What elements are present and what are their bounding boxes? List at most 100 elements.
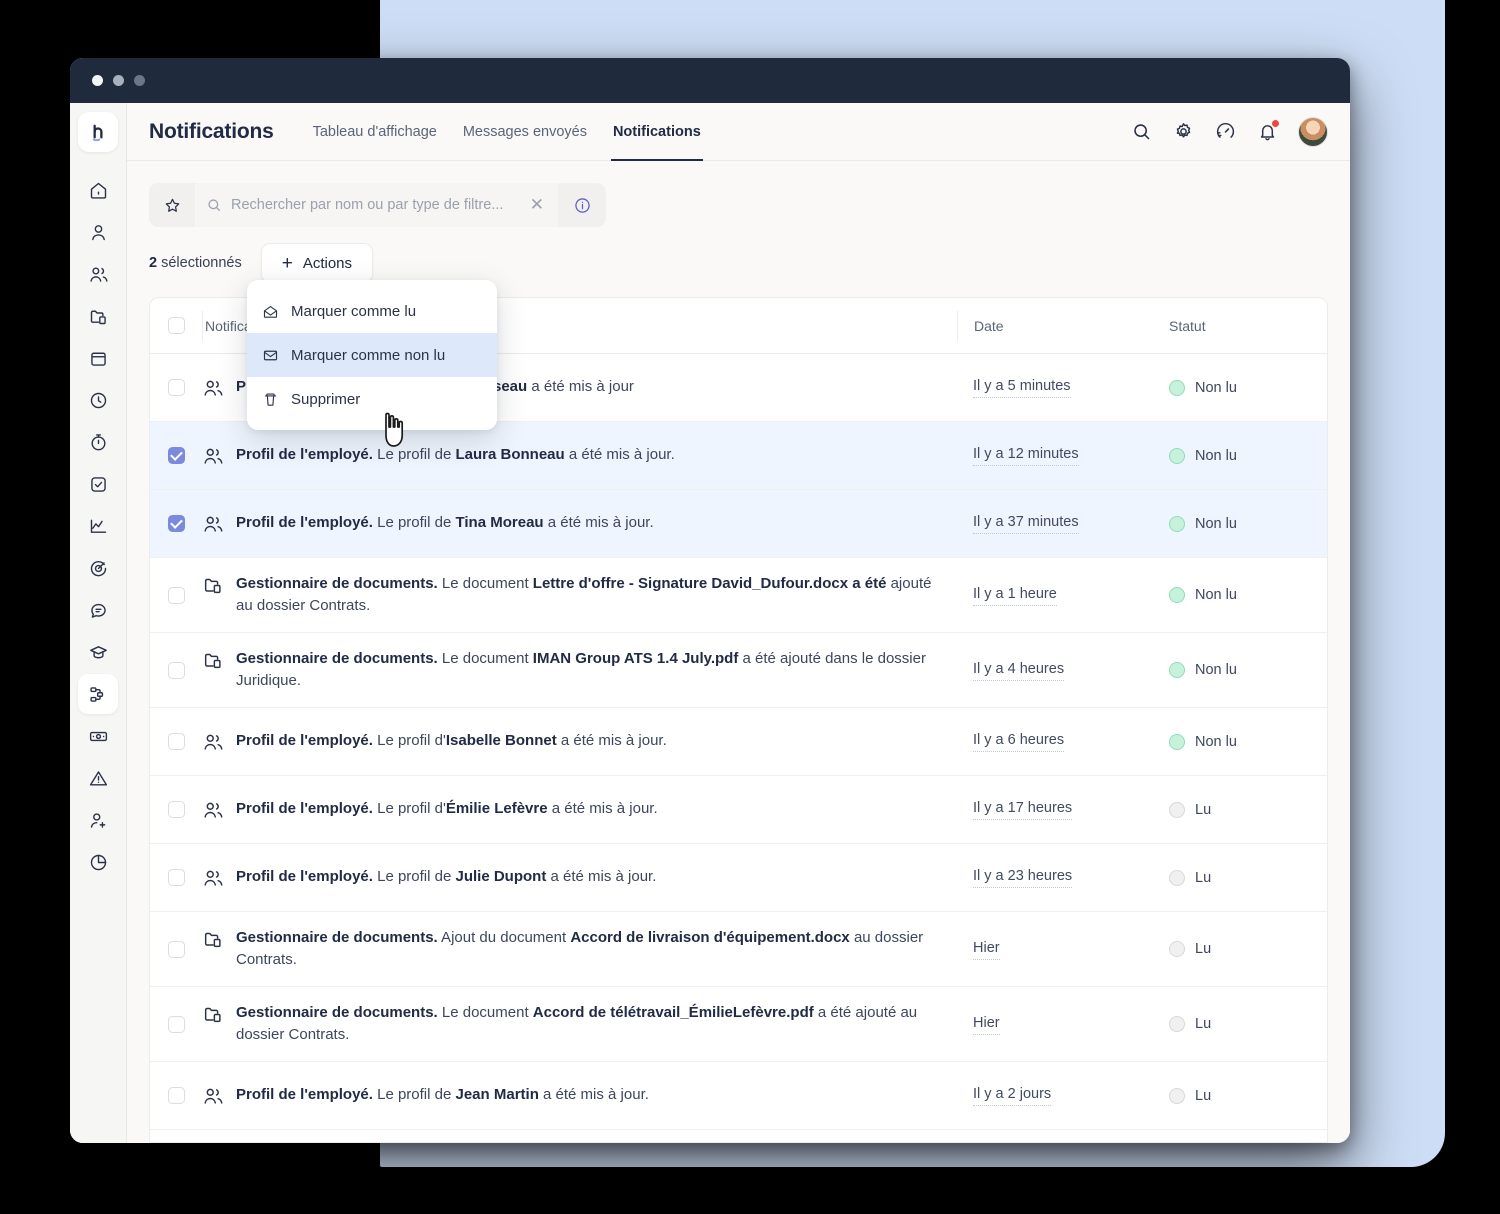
sidebar-item-learning[interactable] [78,632,118,672]
people-icon [202,799,224,821]
row-checkbox-cell [150,733,202,750]
avatar[interactable] [1298,117,1328,147]
sidebar-item-goals[interactable] [78,548,118,588]
table-row[interactable]: Profil de l'employé. Le profil de Julie … [150,844,1327,912]
window-close-dot[interactable] [92,75,103,86]
table-row[interactable]: Profil de l'employé. Le profil d'Isabell… [150,708,1327,776]
row-checkbox[interactable] [168,801,185,818]
gear-icon[interactable] [1172,121,1194,143]
trash-icon [262,391,279,408]
status-badge [1169,448,1185,464]
table-row[interactable]: Gestionnaire de documents. Le document A… [150,987,1327,1062]
sidebar-item-messages[interactable] [78,590,118,630]
plus-icon: + [282,254,293,273]
window-maximize-dot[interactable] [134,75,145,86]
sidebar-item-analytics[interactable] [78,506,118,546]
sidebar-item-people[interactable] [78,254,118,294]
status-label: Non lu [1195,587,1237,603]
table-row[interactable]: Profil de l'employé. Le profil de Laura … [150,422,1327,490]
date-value: Il y a 5 minutes [973,378,1071,398]
screenshot-stage: Notifications Tableau d'affichage Messag… [0,0,1500,1214]
sidebar-item-documents[interactable] [78,296,118,336]
app-logo[interactable] [78,112,118,152]
sidebar-item-user[interactable] [78,212,118,252]
menu-item-mark-as-unread[interactable]: Marquer comme non lu [247,333,497,377]
date-cell: Il y a 17 heures [957,799,1157,820]
row-checkbox[interactable] [168,733,185,750]
table-row[interactable]: Profil de l'employé. Le profil d'Émilie … [150,776,1327,844]
people-icon [202,377,224,399]
row-checkbox[interactable] [168,1087,185,1104]
speedometer-icon[interactable] [1214,121,1236,143]
window-minimize-dot[interactable] [113,75,124,86]
row-checkbox[interactable] [168,662,185,679]
tab-tableau-daffichage[interactable]: Tableau d'affichage [300,103,450,161]
sidebar-item-payroll[interactable] [78,716,118,756]
status-label: Non lu [1195,448,1237,464]
sidebar-item-calendar[interactable] [78,338,118,378]
search-input[interactable]: Rechercher par nom ou par type de filtre… [231,197,521,213]
sidebar-item-tasks[interactable] [78,464,118,504]
table-row[interactable]: Profil de l'employé. Le profil de Jean M… [150,1062,1327,1130]
table-row[interactable]: Gestionnaire de documents. Ajout du docu… [150,912,1327,987]
date-cell: Il y a 6 heures [957,731,1157,752]
row-checkbox[interactable] [168,587,185,604]
date-cell: Il y a 2 jours [957,1085,1157,1106]
date-value: Hier [973,1015,1000,1035]
date-cell: Il y a 1 heure [957,585,1157,606]
row-checkbox[interactable] [168,515,185,532]
row-checkbox[interactable] [168,447,185,464]
menu-item-delete[interactable]: Supprimer [247,377,497,421]
status-label: Lu [1195,941,1211,957]
notification-text: Profil de l'employé. Le profil de Jean M… [236,1084,649,1106]
sidebar-item-alerts[interactable] [78,758,118,798]
table-row[interactable]: Profil de l'employé. Le profil de Tina M… [150,490,1327,558]
sidebar-item-time[interactable] [78,380,118,420]
status-cell: Lu [1157,802,1327,818]
status-label: Lu [1195,870,1211,886]
notification-text: Profil de l'employé. Le profil de Julie … [236,866,656,888]
row-checkbox[interactable] [168,869,185,886]
table-row[interactable]: Gestionnaire de documents. Le document L… [150,558,1327,633]
notification-text: Gestionnaire de documents. Le document I… [236,648,939,692]
main-content: Notifications Tableau d'affichage Messag… [127,103,1350,1143]
sidebar-item-add-user[interactable] [78,800,118,840]
star-icon[interactable] [149,183,195,227]
folder-doc-icon [202,574,224,596]
status-label: Lu [1195,1088,1211,1104]
row-checkbox[interactable] [168,379,185,396]
row-checkbox[interactable] [168,1016,185,1033]
sidebar-item-reports[interactable] [78,842,118,882]
search-input-wrap[interactable]: Rechercher par nom ou par type de filtre… [195,183,558,227]
notification-cell: Profil de l'employé. Le profil d'Émilie … [202,783,957,836]
status-badge [1169,380,1185,396]
row-checkbox-cell [150,801,202,818]
sidebar-item-workflow[interactable] [78,674,118,714]
actions-button[interactable]: + Actions [261,243,373,283]
notification-text: Profil de l'employé. Le profil de Tina M… [236,512,654,534]
menu-item-mark-as-read[interactable]: Marquer comme lu [247,289,497,333]
people-icon [202,731,224,753]
clear-search-icon[interactable]: ✕ [530,195,547,215]
table-row[interactable]: Profil de l'employé. Le profil de Louis … [150,1130,1327,1143]
info-icon[interactable] [558,183,606,227]
sidebar-item-stopwatch[interactable] [78,422,118,462]
menu-item-label: Marquer comme lu [291,303,416,320]
date-value: Il y a 1 heure [973,586,1057,606]
status-label: Lu [1195,802,1211,818]
table-row[interactable]: Gestionnaire de documents. Le document I… [150,633,1327,708]
bell-icon[interactable] [1256,121,1278,143]
search-icon[interactable] [1130,121,1152,143]
envelope-closed-icon [262,347,279,364]
tab-messages-envoyes[interactable]: Messages envoyés [450,103,600,161]
row-checkbox[interactable] [168,941,185,958]
page-title: Notifications [149,120,274,144]
tab-notifications[interactable]: Notifications [600,103,714,161]
date-value: Hier [973,940,1000,960]
row-checkbox-cell [150,515,202,532]
date-cell: Il y a 23 heures [957,867,1157,888]
status-cell: Non lu [1157,380,1327,396]
sidebar-item-home[interactable] [78,170,118,210]
row-checkbox-cell [150,941,202,958]
select-all-checkbox[interactable] [168,317,185,334]
